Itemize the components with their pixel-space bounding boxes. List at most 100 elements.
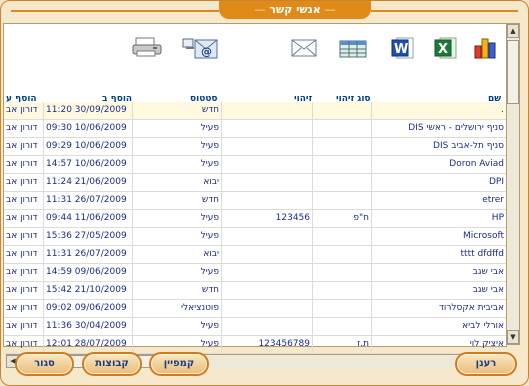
cell-status: חדש [133, 102, 222, 119]
cell-id-type [313, 246, 372, 263]
cell-status: פוטנציאלי [133, 300, 222, 317]
table-row[interactable]: דורון אב 11:31 26/07/2009 יבוא tttt dfdffd [4, 246, 506, 264]
scroll-up-icon[interactable]: ▲ [507, 24, 519, 38]
cell-added-by: דורון אב [4, 192, 44, 209]
bar-chart-icon[interactable] [473, 36, 499, 64]
cell-id-type [313, 264, 372, 281]
svg-text:W: W [394, 42, 408, 57]
table-row[interactable]: דורון אב 09:29 10/06/2009 פעיל DIS סניף תל-… [4, 138, 506, 156]
cell-id-type [313, 138, 372, 155]
cell-id [222, 120, 313, 137]
cell-added-date: 11:31 26/07/2009 [44, 192, 133, 209]
cell-id-type [313, 120, 372, 137]
cell-id [222, 246, 313, 263]
table-row[interactable]: דורון אב 11:24 21/06/2009 יבוא DPI [4, 174, 506, 192]
table-grid-icon[interactable] [339, 40, 367, 62]
cell-id [222, 156, 313, 173]
cell-name: . [501, 105, 504, 115]
cell-id [222, 264, 313, 281]
cell-added-date: 14:59 09/06/2009 [44, 264, 133, 281]
title-decoration-left: — [254, 3, 266, 16]
cell-id [222, 192, 313, 209]
scroll-down-icon[interactable]: ▼ [507, 330, 519, 344]
window-title: — אנשי קשר — [219, 1, 371, 19]
table-row[interactable]: דורון אב 09:30 10/06/2009 פעיל DIS סניף ירו… [4, 120, 506, 138]
vertical-scroll-thumb[interactable] [507, 40, 519, 104]
cell-status: פעיל [133, 210, 222, 227]
cell-id-type [313, 318, 372, 335]
cell-id [222, 228, 313, 245]
table-row[interactable]: דורון אב 14:59 09/06/2009 פעיל אבי שגב [4, 264, 506, 282]
cell-name: DIS סניף ירושלים - ראשי [408, 123, 504, 133]
table-row[interactable]: דורון אב 12:01 28/07/2009 פעיל 123456789 ת.ז… [4, 336, 506, 354]
toolbar: @ W X [4, 24, 506, 66]
groups-button[interactable]: קבוצות [82, 352, 142, 376]
cell-name: אבי שגב [472, 285, 504, 295]
print-icon[interactable] [132, 36, 162, 62]
cell-added-by: דורון אב [4, 120, 44, 137]
cell-id-type [313, 282, 372, 299]
cell-name: DPI [488, 177, 504, 187]
cell-name: HP [491, 213, 504, 223]
cell-id-type [313, 156, 372, 173]
cell-added-date: 14:57 10/06/2009 [44, 156, 133, 173]
cell-name: DIS סניף תל-אביב [433, 141, 504, 151]
table-row[interactable]: דורון אב 11:31 26/07/2009 חדש etrer [4, 192, 506, 210]
cell-status: פעיל [133, 264, 222, 281]
contacts-window: — אנשי קשר — @ W X הוסף ע הוסף ב סטטוס ז… [0, 0, 529, 386]
table-row[interactable]: דורון אב 15:36 27/05/2009 פעיל Microsoft [4, 228, 506, 246]
word-icon[interactable]: W [391, 36, 415, 64]
cell-added-by: דורון אב [4, 282, 44, 299]
cell-added-by: דורון אב [4, 246, 44, 263]
table-row[interactable]: דורון אב 15:42 21/10/2009 חדש אבי שגב [4, 282, 506, 300]
table-row[interactable]: דורון אב 11:20 30/09/2009 חדש. [4, 102, 506, 120]
title-line-right [371, 10, 518, 12]
cell-added-date: 11:24 21/06/2009 [44, 174, 133, 191]
cell-id-type: ת.ז [313, 336, 372, 353]
table-row[interactable]: דורון אב 14:57 10/06/2009 פעיל Doron Aviad [4, 156, 506, 174]
cell-id-type [313, 192, 372, 209]
cell-id [222, 102, 313, 119]
cell-added-date: 09:30 10/06/2009 [44, 120, 133, 137]
email-send-icon[interactable]: @ [182, 36, 218, 64]
cell-added-by: דורון אב [4, 264, 44, 281]
cell-name: etrer [482, 195, 504, 205]
cell-added-date: 11:20 30/09/2009 [44, 102, 133, 119]
cell-added-by: דורון אב [4, 138, 44, 155]
title-line-left [11, 10, 219, 12]
close-button[interactable]: סגור [15, 352, 74, 376]
cell-id-type [313, 102, 372, 119]
vertical-scrollbar[interactable]: ▲ ▼ [506, 23, 520, 345]
cell-name: Doron Aviad [449, 159, 504, 169]
cell-id [222, 174, 313, 191]
cell-id [222, 138, 313, 155]
contacts-table-body: דורון אב 11:20 30/09/2009 חדש. דורון אב 09:3… [4, 102, 506, 354]
svg-text:@: @ [201, 45, 212, 58]
table-row[interactable]: דורון אב 09:02 09/06/2009 פוטנציאלי אביבית … [4, 300, 506, 318]
cell-id-type [313, 300, 372, 317]
cell-added-date: 09:02 09/06/2009 [44, 300, 133, 317]
cell-added-date: 11:36 30/04/2009 [44, 318, 133, 335]
table-row[interactable]: דורון אב 11:36 30/04/2009 פעיל אורלי לביא [4, 318, 506, 336]
refresh-button[interactable]: רענן [455, 352, 517, 376]
cell-name: אביבית אקסלרוד [438, 303, 504, 313]
cell-added-date: 15:36 27/05/2009 [44, 228, 133, 245]
cell-id: 123456789 [222, 336, 313, 353]
cell-added-by: דורון אב [4, 228, 44, 245]
cell-id [222, 300, 313, 317]
excel-icon[interactable]: X [434, 36, 458, 64]
cell-status: יבוא [133, 246, 222, 263]
campaign-button[interactable]: קמפיין [149, 352, 209, 376]
cell-name: tttt dfdffd [460, 249, 504, 259]
cell-status: פעיל [133, 228, 222, 245]
table-row[interactable]: דורון אב 09:44 11/06/2009 פעיל 123456 ח"פ HP [4, 210, 506, 228]
window-title-text: אנשי קשר [269, 3, 321, 16]
cell-added-date: 09:29 10/06/2009 [44, 138, 133, 155]
cell-id-type [313, 228, 372, 245]
cell-id [222, 318, 313, 335]
cell-name: אבי שגב [472, 267, 504, 277]
envelope-icon[interactable] [291, 38, 317, 62]
cell-id-type [313, 174, 372, 191]
cell-id-type: ח"פ [313, 210, 372, 227]
cell-status: פעיל [133, 318, 222, 335]
